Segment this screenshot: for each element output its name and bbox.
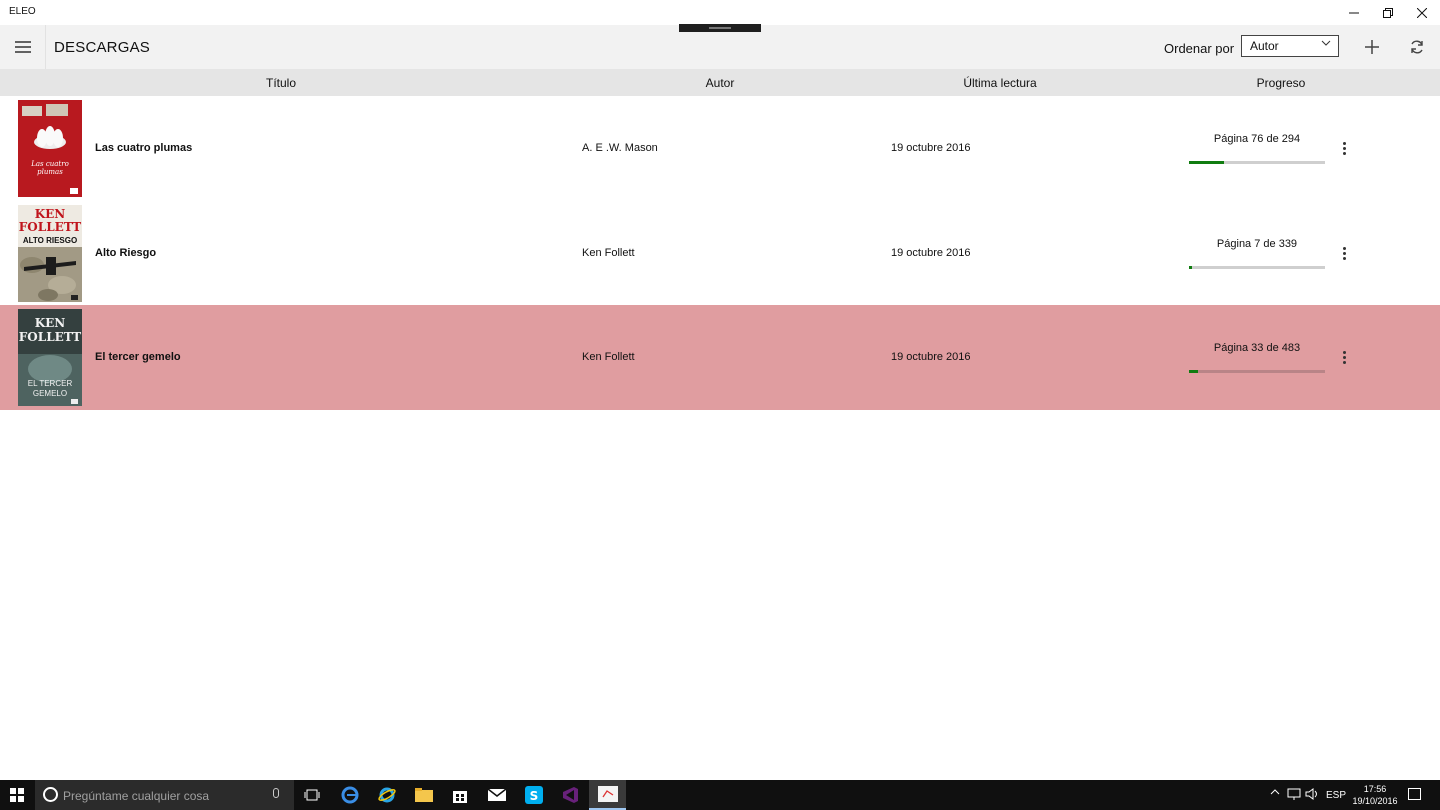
clock-date: 19/10/2016 — [1352, 796, 1398, 806]
app-title: ELEO — [9, 6, 36, 17]
visual-studio-icon[interactable] — [560, 785, 580, 805]
book-row-selected[interactable]: KEN FOLLETT EL TERCER GEMELO El tercer g… — [0, 305, 1440, 410]
add-button[interactable] — [1356, 32, 1388, 62]
book-cover: Las cuatro plumas — [18, 100, 82, 197]
clock[interactable]: 17:56 19/10/2016 — [1350, 783, 1400, 807]
search-box[interactable]: Pregúntame cualquier cosa — [35, 780, 294, 810]
restore-icon — [1383, 7, 1393, 18]
cover-author-last: FOLLETT — [18, 220, 82, 234]
book-author: A. E .W. Mason — [582, 142, 658, 154]
column-author[interactable]: Autor — [706, 76, 735, 90]
cortana-icon — [43, 787, 58, 802]
book-row[interactable]: Las cuatro plumas Las cuatro plumas A. E… — [0, 96, 1440, 201]
eleo-taskbar-button[interactable] — [589, 780, 626, 810]
restore-button[interactable] — [1371, 0, 1405, 25]
cover-title-line-2: GEMELO — [32, 389, 68, 398]
book-page-progress: Página 76 de 294 — [1213, 133, 1301, 145]
page-title: DESCARGAS — [54, 39, 150, 56]
column-header: Título Autor Última lectura Progreso — [0, 69, 1440, 96]
more-options-button[interactable] — [1336, 345, 1352, 369]
search-placeholder: Pregúntame cualquier cosa — [63, 789, 210, 803]
notifications-icon[interactable] — [1408, 788, 1421, 800]
plus-icon — [1365, 40, 1379, 54]
taskbar: Pregúntame cualquier cosa S ESP 17:56 19… — [0, 780, 1440, 810]
edge-icon[interactable] — [340, 785, 360, 805]
volume-icon[interactable] — [1305, 788, 1319, 803]
chevron-down-icon — [1321, 38, 1331, 51]
title-bar: ELEO — [0, 0, 1440, 25]
minimize-icon — [1349, 12, 1359, 13]
progress-fill — [1189, 161, 1225, 164]
more-options-button[interactable] — [1336, 136, 1352, 160]
language-indicator[interactable]: ESP — [1326, 790, 1346, 801]
book-row[interactable]: KEN FOLLETT ALTO RIESGO Alto Riesgo Ken … — [0, 201, 1440, 306]
network-icon[interactable] — [1287, 788, 1301, 803]
internet-explorer-icon[interactable] — [377, 785, 397, 805]
progress-bar — [1189, 161, 1325, 164]
store-icon[interactable] — [450, 785, 470, 805]
book-title: Las cuatro plumas — [95, 142, 193, 154]
refresh-icon — [1411, 40, 1423, 54]
book-last-read: 19 octubre 2016 — [891, 142, 971, 154]
svg-text:S: S — [530, 789, 539, 803]
clock-time: 17:56 — [1363, 784, 1387, 794]
book-page-progress: Página 33 de 483 — [1213, 342, 1301, 354]
mail-icon[interactable] — [487, 785, 507, 805]
eleo-app-icon — [598, 786, 618, 802]
progress-fill — [1189, 370, 1199, 373]
book-page-progress: Página 7 de 339 — [1216, 238, 1298, 250]
sort-label: Ordenar por — [1164, 41, 1235, 56]
book-cover: KEN FOLLETT ALTO RIESGO — [18, 205, 82, 302]
more-options-button[interactable] — [1336, 241, 1352, 265]
cover-title: ALTO RIESGO — [22, 236, 78, 245]
file-explorer-icon[interactable] — [414, 785, 434, 805]
cover-title: Las cuatro plumas — [31, 160, 69, 176]
sort-dropdown[interactable]: Autor — [1241, 35, 1339, 57]
book-last-read: 19 octubre 2016 — [891, 351, 971, 363]
close-icon — [1417, 7, 1427, 18]
column-progress[interactable]: Progreso — [1257, 76, 1306, 90]
cover-author-first: KEN — [34, 316, 66, 330]
column-title[interactable]: Título — [266, 76, 296, 90]
book-title: El tercer gemelo — [95, 351, 181, 363]
microphone-icon[interactable] — [273, 788, 279, 798]
task-view-icon[interactable] — [302, 785, 322, 805]
progress-fill — [1189, 266, 1192, 269]
book-author: Ken Follett — [582, 351, 635, 363]
column-last-read[interactable]: Última lectura — [963, 76, 1036, 90]
cover-author-last: FOLLETT — [18, 330, 82, 344]
close-button[interactable] — [1405, 0, 1439, 25]
book-title: Alto Riesgo — [95, 247, 157, 259]
book-last-read: 19 octubre 2016 — [891, 247, 971, 259]
sort-value: Autor — [1250, 39, 1279, 53]
show-hidden-icons[interactable] — [1270, 788, 1280, 799]
skype-icon[interactable]: S — [524, 785, 544, 805]
refresh-button[interactable] — [1401, 32, 1433, 62]
start-button[interactable] — [10, 788, 24, 802]
progress-bar — [1189, 266, 1325, 269]
menu-button[interactable] — [0, 25, 46, 69]
minimize-button[interactable] — [1337, 0, 1371, 25]
drag-grip[interactable] — [679, 24, 761, 32]
hamburger-icon — [14, 41, 31, 53]
cover-title-line-1: EL TERCER — [27, 379, 73, 388]
progress-bar — [1189, 370, 1325, 373]
book-cover: KEN FOLLETT EL TERCER GEMELO — [18, 309, 82, 406]
book-author: Ken Follett — [582, 247, 635, 259]
